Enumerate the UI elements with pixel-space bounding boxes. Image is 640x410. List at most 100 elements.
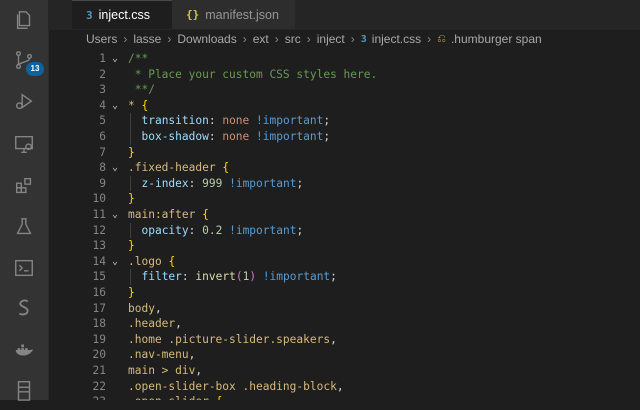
code-token: }	[128, 286, 135, 299]
code-token: .logo	[128, 254, 162, 268]
css-file-icon: 3	[360, 33, 367, 45]
line-number: 23	[48, 394, 106, 400]
code-line[interactable]: 18 .header,	[48, 316, 640, 332]
line-number: 22	[92, 379, 106, 393]
code-token: :	[188, 223, 203, 237]
code-token: main:after	[128, 208, 196, 221]
code-line[interactable]: 13}	[48, 238, 640, 254]
code-line[interactable]: 11 ⌄ main:after {	[48, 207, 640, 223]
code-line[interactable]: 20 .nav-menu,	[48, 347, 640, 363]
symbol-class-icon: ⎌	[437, 32, 446, 45]
code-line[interactable]: 23 ⌄ .open-slider {	[48, 394, 640, 400]
code-text: main:after {	[128, 207, 209, 223]
code-text: box-shadow: none !important;	[128, 129, 330, 145]
fold-chevron-icon[interactable]: ⌄	[112, 207, 118, 223]
code-text: .open-slider {	[128, 394, 222, 400]
code-line[interactable]: 4 ⌄ * {	[48, 98, 640, 114]
breadcrumb-item[interactable]: inject	[317, 32, 345, 46]
code-token: }	[128, 239, 135, 253]
code-token: .open-slider-box .heading-block	[128, 379, 337, 393]
code-line[interactable]: 12 opacity: 0.2 !important;	[48, 223, 640, 239]
code-line[interactable]: 21 main > div,	[48, 363, 640, 379]
code-token: {	[216, 395, 223, 400]
panel-icon[interactable]	[0, 370, 48, 410]
code-line[interactable]: 3 **/	[48, 82, 640, 98]
remote-explorer-icon[interactable]	[0, 124, 48, 164]
explorer-icon[interactable]	[0, 0, 48, 40]
breadcrumb-item[interactable]: Downloads	[177, 32, 236, 46]
code-text: .fixed-header {	[128, 160, 229, 176]
fold-chevron-icon[interactable]: ⌄	[112, 160, 118, 176]
code-line[interactable]: 14 ⌄ .logo {	[48, 254, 640, 270]
code-text: .open-slider-box .heading-block,	[128, 379, 344, 395]
code-line[interactable]: 7}	[48, 145, 640, 161]
breadcrumb-item[interactable]: Users	[86, 32, 117, 46]
docker-icon[interactable]	[0, 330, 48, 370]
breadcrumb-item[interactable]: .humburger span	[451, 32, 542, 46]
code-text: .logo {	[128, 254, 175, 270]
source-control-icon[interactable]: 13	[0, 40, 48, 80]
line-number: 12	[92, 223, 106, 237]
code-line[interactable]: 5 transition: none !important;	[48, 113, 640, 129]
fold-chevron-icon[interactable]: ⌄	[112, 254, 118, 270]
line-number: 10	[92, 192, 106, 206]
sass-icon[interactable]	[0, 288, 48, 328]
breadcrumb-item[interactable]: src	[285, 32, 301, 46]
line-number: 13	[92, 239, 106, 253]
code-line[interactable]: 10}	[48, 191, 640, 207]
breadcrumb-item[interactable]: ext	[253, 32, 269, 46]
code-token: *	[128, 98, 135, 112]
code-token: :	[188, 176, 203, 190]
code-line[interactable]: 9 z-index: 999 !important;	[48, 176, 640, 192]
breadcrumb-item[interactable]: lasse	[133, 32, 161, 46]
code-text: * Place your custom CSS styles here.	[128, 67, 377, 83]
fold-chevron-icon[interactable]: ⌄	[112, 51, 118, 67]
fold-chevron-icon[interactable]: ⌄	[112, 98, 118, 114]
tab-manifest-json[interactable]: {} manifest.json	[172, 0, 296, 29]
code-text: .home .picture-slider.speakers,	[128, 332, 337, 348]
line-number: 11	[92, 208, 106, 221]
testing-icon[interactable]	[0, 207, 48, 247]
code-token: {	[141, 98, 149, 112]
code-text: z-index: 999 !important;	[128, 176, 303, 192]
breadcrumb: Users › lasse › Downloads › ext › src › …	[48, 29, 640, 49]
extensions-icon[interactable]	[0, 166, 48, 206]
code-line[interactable]: 1 ⌄ /**	[48, 51, 640, 67]
code-line[interactable]: 19 .home .picture-slider.speakers,	[48, 332, 640, 348]
code-line[interactable]: 6 box-shadow: none !important;	[48, 129, 640, 145]
code-line[interactable]: 16}	[48, 285, 640, 301]
code-token: ;	[296, 176, 304, 190]
terminal-icon[interactable]	[0, 248, 48, 288]
code-token: main > div	[128, 364, 196, 377]
code-text: .nav-menu,	[128, 347, 195, 363]
tab-inject-css[interactable]: 3 inject.css	[72, 0, 172, 29]
fold-chevron-icon[interactable]: ⌄	[112, 394, 118, 400]
tab-label: manifest.json	[205, 7, 279, 22]
code-token: .home .picture-slider.speakers	[128, 332, 331, 346]
code-line[interactable]: 8 ⌄ .fixed-header {	[48, 160, 640, 176]
line-number: 2	[99, 67, 106, 81]
code-token: ,	[188, 348, 196, 362]
code-token: invert	[195, 270, 236, 284]
code-token: {	[202, 208, 209, 221]
code-text: }	[128, 285, 135, 301]
chevron-right-icon: ›	[350, 32, 355, 46]
code-line[interactable]: 22 .open-slider-box .heading-block,	[48, 379, 640, 395]
code-token: transition	[141, 114, 209, 128]
chevron-right-icon: ›	[274, 32, 279, 46]
source-control-badge: 13	[26, 62, 44, 76]
code-token: opacity	[141, 223, 189, 237]
code-editor[interactable]: 1 ⌄ /** 2 * Place your custom CSS styles he…	[48, 49, 640, 400]
breadcrumb-item[interactable]: inject.css	[372, 32, 421, 46]
code-line[interactable]: 15 filter: invert(1) !important;	[48, 269, 640, 285]
code-token: /**	[128, 52, 149, 65]
code-line[interactable]: 2 * Place your custom CSS styles here.	[48, 67, 640, 83]
code-token: !important	[256, 130, 324, 143]
run-debug-icon[interactable]	[0, 82, 48, 122]
line-number: 7	[99, 145, 106, 159]
code-token: :	[208, 114, 223, 128]
code-text: /**	[128, 51, 148, 67]
code-line[interactable]: 17 body,	[48, 301, 640, 317]
